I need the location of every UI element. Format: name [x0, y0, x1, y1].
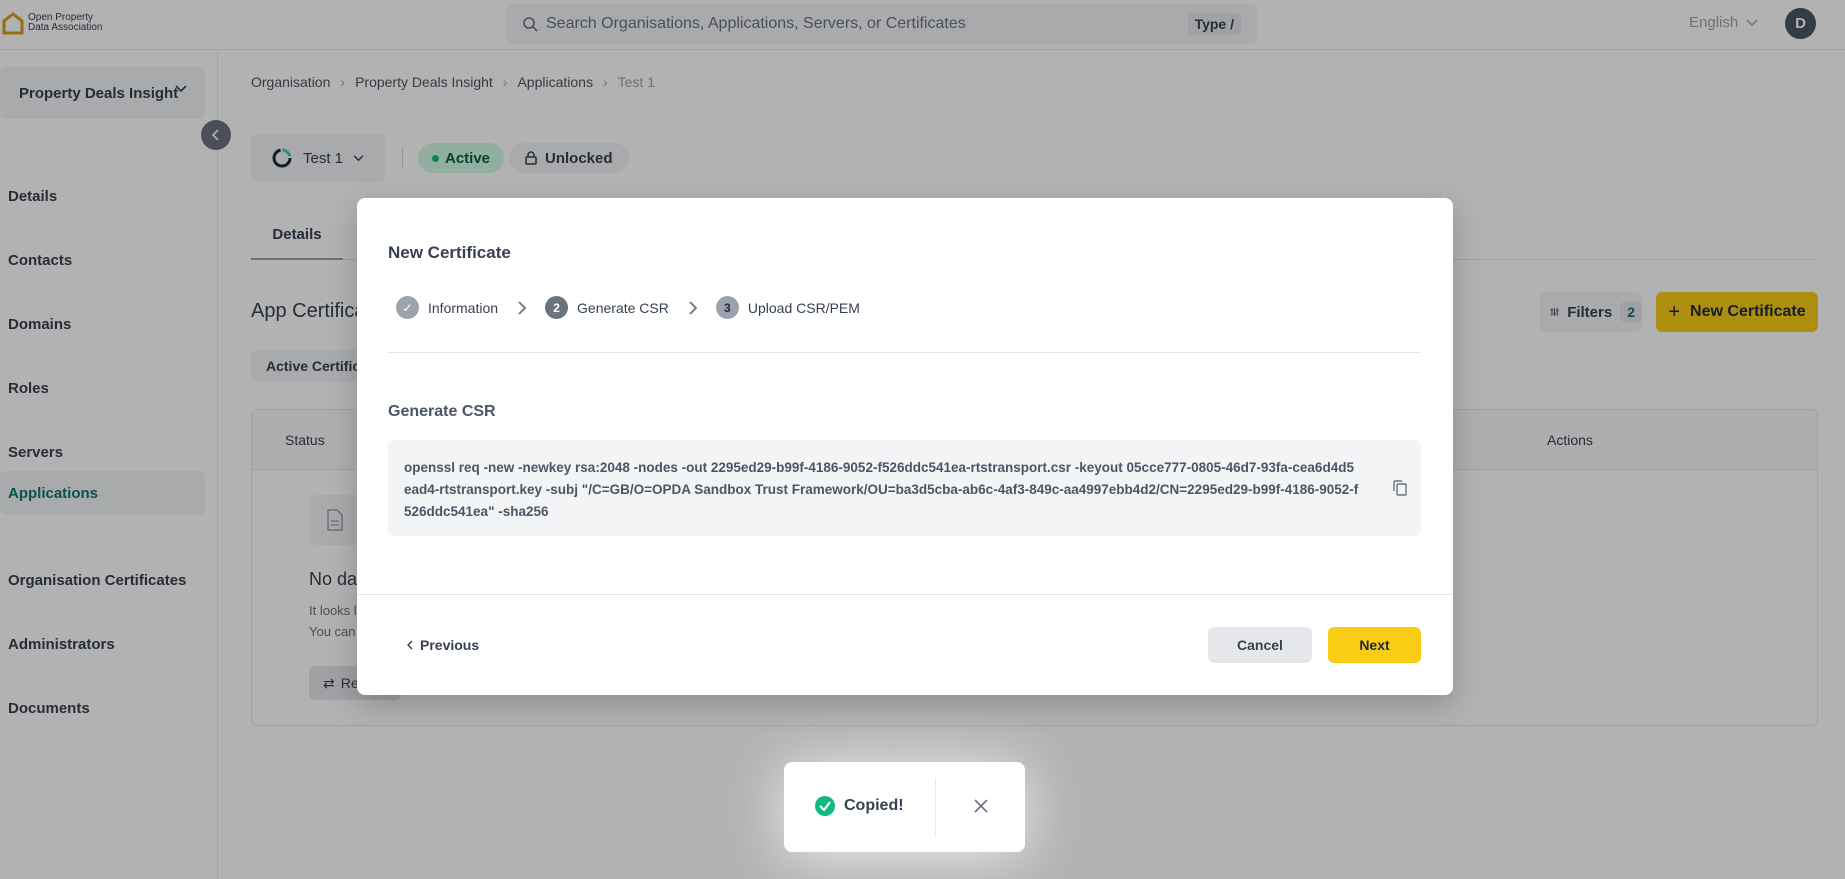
toast-message: Copied!	[844, 797, 904, 814]
divider	[935, 779, 936, 835]
divider	[388, 352, 1421, 353]
step-information: ✓ Information	[396, 296, 498, 319]
success-check-icon	[815, 796, 835, 816]
stepper: ✓ Information 2 Generate CSR 3 Upload CS…	[396, 296, 860, 319]
cancel-button[interactable]: Cancel	[1208, 627, 1312, 663]
close-icon[interactable]	[973, 798, 989, 814]
copy-icon[interactable]	[1393, 480, 1407, 496]
new-certificate-modal: New Certificate ✓ Information 2 Generate…	[357, 198, 1453, 695]
step-upload-csr: 3 Upload CSR/PEM	[715, 296, 860, 319]
step-label: Upload CSR/PEM	[747, 299, 860, 316]
divider	[357, 594, 1453, 595]
modal-title: New Certificate	[388, 243, 511, 262]
step-label: Generate CSR	[577, 299, 669, 316]
step-label: Information	[428, 299, 499, 316]
chevron-right-icon	[518, 300, 527, 315]
previous-button[interactable]: Previous	[407, 637, 479, 653]
step-generate-csr: 2 Generate CSR	[545, 296, 669, 319]
previous-label: Previous	[420, 637, 480, 653]
csr-command-text[interactable]: openssl req -new -newkey rsa:2048 -nodes…	[404, 460, 1358, 519]
section-label: Generate CSR	[388, 403, 496, 420]
check-icon: ✓	[396, 296, 419, 319]
chevron-left-icon	[407, 640, 413, 650]
step-number: 3	[715, 296, 739, 319]
step-number: 2	[545, 296, 569, 319]
next-button[interactable]: Next	[1328, 627, 1421, 663]
chevron-right-icon	[689, 300, 698, 315]
toast-notification: Copied!	[784, 762, 1025, 852]
csr-command-box: openssl req -new -newkey rsa:2048 -nodes…	[388, 440, 1421, 536]
